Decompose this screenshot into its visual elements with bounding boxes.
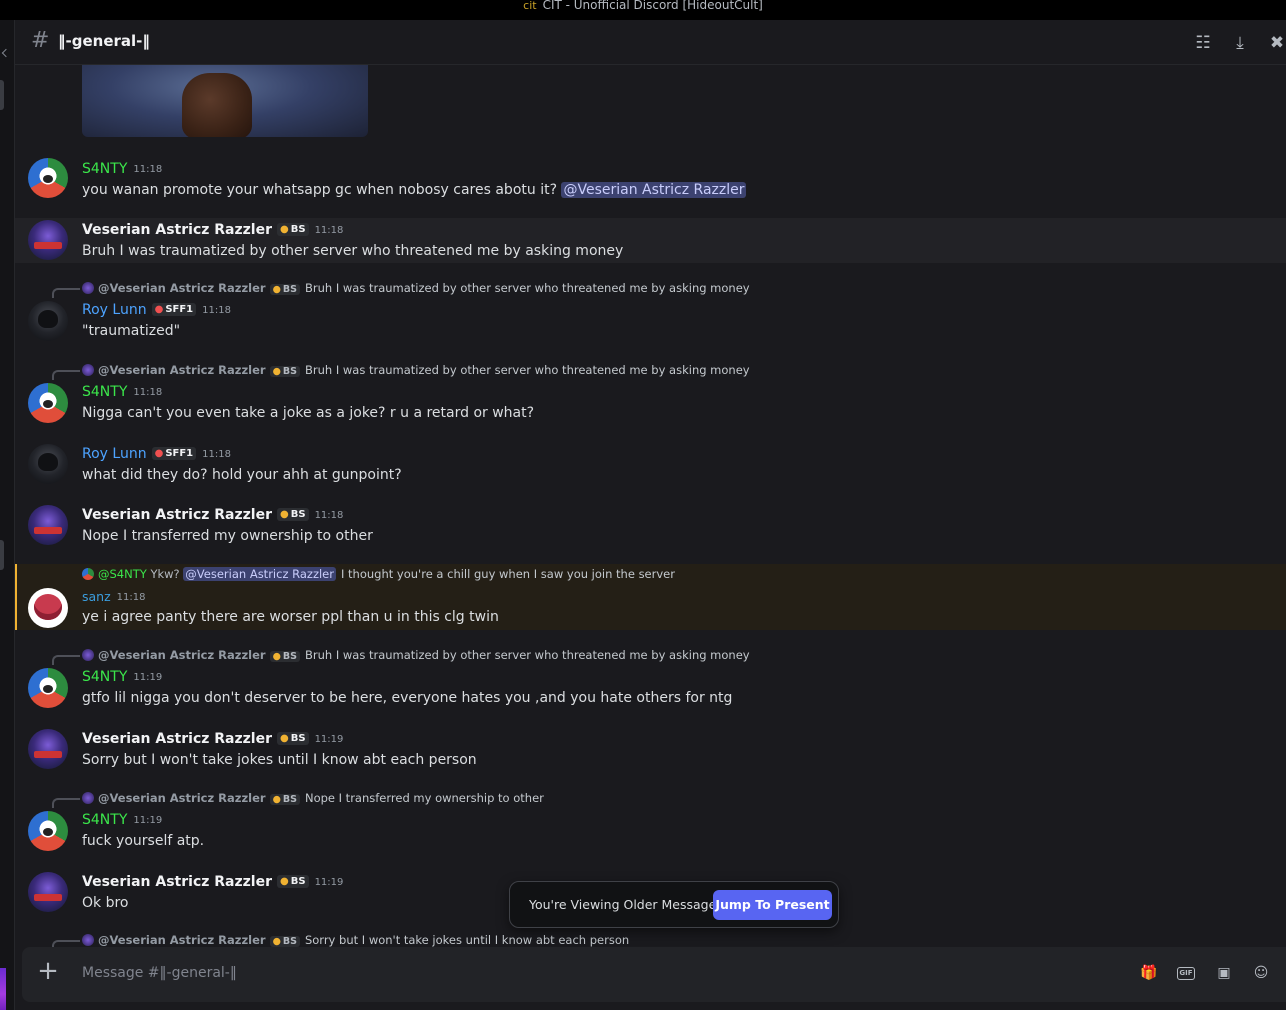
message-timestamp: 11:19: [314, 877, 344, 888]
message-text: Sorry but I won't take jokes until I kno…: [82, 752, 477, 768]
role-badge: ● BS: [277, 875, 309, 888]
message-list[interactable]: S4NTY 11:18 you wanan promote your whatsa…: [15, 65, 1286, 947]
reply-preview[interactable]: @Veserian Astricz Razzler ● BS Bruh I was t…: [52, 281, 750, 298]
avatar[interactable]: [28, 158, 68, 198]
message: @Veserian Astricz Razzler ● BS Bruh I was t…: [15, 359, 1286, 429]
message-timestamp: 11:18: [133, 387, 163, 398]
message-author[interactable]: Roy Lunn ● SFF1 11:18: [82, 446, 231, 462]
older-messages-bar: You're Viewing Older Messages Jump To Pr…: [509, 881, 839, 928]
jump-to-present-button[interactable]: Jump To Present: [713, 890, 832, 920]
message-author[interactable]: Roy Lunn ● SFF1 11:18: [82, 302, 231, 318]
avatar[interactable]: [28, 729, 68, 769]
server-icon[interactable]: [0, 968, 6, 1010]
avatar[interactable]: [28, 444, 68, 484]
message-timestamp: 11:18: [202, 305, 231, 316]
mute-icon[interactable]: ⤓: [1230, 33, 1250, 53]
message-author[interactable]: S4NTY 11:18: [82, 161, 162, 177]
message-text: fuck yourself atp.: [82, 833, 205, 849]
avatar[interactable]: [28, 811, 68, 851]
message: Veserian Astricz Razzler ● BS 11:18 Nope I …: [15, 502, 1286, 552]
reply-preview[interactable]: @S4NTY Ykw? @Veserian Astricz Razzler I t…: [82, 567, 675, 581]
gift-icon[interactable]: 🎁: [1139, 963, 1159, 983]
chevron-left-icon[interactable]: [1, 48, 11, 58]
message: Roy Lunn ● SFF1 11:18 what did they do? hol…: [15, 441, 1286, 491]
window-titlebar: cit CIT - Unofficial Discord [HideoutCult…: [0, 0, 1286, 20]
message-text: Bruh I was traumatized by other server w…: [82, 243, 624, 259]
avatar[interactable]: [28, 588, 68, 628]
message-input[interactable]: Message #‖-general-‖: [82, 965, 237, 981]
message-author[interactable]: Veserian Astricz Razzler ● BS 11:18: [82, 507, 343, 523]
message-author[interactable]: Veserian Astricz Razzler ● BS 11:19: [82, 731, 343, 747]
message-author[interactable]: Veserian Astricz Razzler ● BS 11:18: [82, 222, 343, 238]
plus-icon[interactable]: +: [36, 958, 60, 984]
reply-avatar: [82, 282, 94, 294]
message-timestamp: 11:19: [314, 734, 344, 745]
hashtag-icon: #: [31, 28, 50, 53]
message: Veserian Astricz Razzler ● BS 11:18 Bruh I …: [15, 218, 1286, 263]
gif-icon[interactable]: GIF: [1176, 963, 1196, 983]
message-text: Nigga can't you even take a joke as a jo…: [82, 405, 535, 421]
message-timestamp: 11:18: [314, 225, 344, 236]
avatar[interactable]: [28, 668, 68, 708]
message: Veserian Astricz Razzler ● BS 11:19 Sorry b…: [15, 726, 1286, 776]
sidebar-edge: [0, 20, 15, 1010]
message-timestamp: 11:19: [133, 815, 163, 826]
message-text: what did they do? hold your ahh at gunpo…: [82, 467, 402, 483]
channel-name: ‖-general-‖: [58, 32, 150, 50]
channel-header: # ‖-general-‖ ☷ ⤓ ✖: [15, 20, 1286, 65]
reply-preview[interactable]: @Veserian Astricz Razzler ● BS Sorry but I …: [52, 933, 629, 947]
window-title: CIT - Unofficial Discord [HideoutCult]: [542, 0, 763, 12]
user-mention[interactable]: @Veserian Astricz Razzler: [183, 567, 336, 581]
message-text: gtfo lil nigga you don't deserver to be …: [82, 690, 733, 706]
role-badge: ● BS: [277, 732, 309, 745]
avatar[interactable]: [28, 301, 68, 341]
message-author[interactable]: Veserian Astricz Razzler ● BS 11:19: [82, 874, 343, 890]
reply-preview[interactable]: @Veserian Astricz Razzler ● BS Bruh I was t…: [52, 363, 750, 380]
threads-icon[interactable]: ☷: [1193, 33, 1213, 53]
avatar[interactable]: [28, 872, 68, 912]
message-author[interactable]: S4NTY 11:19: [82, 812, 162, 828]
message-timestamp: 11:18: [133, 164, 163, 175]
message: @Veserian Astricz Razzler ● BS Bruh I was t…: [15, 277, 1286, 347]
message-author[interactable]: sanz 11:18: [82, 589, 145, 604]
server-pill: [0, 540, 4, 570]
message-text: Nope I transferred my ownership to other: [82, 528, 373, 544]
message-text: "traumatized": [82, 323, 181, 339]
message-author[interactable]: S4NTY 11:19: [82, 669, 162, 685]
message-timestamp: 11:18: [202, 449, 231, 460]
message-text: ye i agree panty there are worser ppl th…: [82, 609, 499, 625]
message-timestamp: 11:18: [116, 592, 146, 603]
message: @Veserian Astricz Razzler ● BS Sorry but I …: [15, 930, 1286, 947]
message: @Veserian Astricz Razzler ● BS Nope I trans…: [15, 787, 1286, 857]
message: @S4NTY Ykw? @Veserian Astricz Razzler I t…: [15, 564, 1286, 630]
message-author[interactable]: S4NTY 11:18: [82, 384, 162, 400]
role-badge: ● SFF1: [151, 303, 197, 316]
role-badge: ● BS: [277, 223, 309, 236]
reply-preview[interactable]: @Veserian Astricz Razzler ● BS Nope I trans…: [52, 791, 544, 808]
message: S4NTY 11:18 you wanan promote your whatsa…: [15, 151, 1286, 215]
avatar[interactable]: [28, 220, 68, 260]
emoji-icon[interactable]: ☺: [1251, 963, 1271, 983]
role-badge: ● SFF1: [151, 447, 197, 460]
sticker-icon[interactable]: ▣: [1214, 963, 1234, 983]
message-timestamp: 11:19: [133, 672, 163, 683]
avatar[interactable]: [28, 383, 68, 423]
server-pill: [0, 80, 4, 110]
role-badge: ● BS: [277, 508, 309, 521]
message-timestamp: 11:18: [314, 510, 344, 521]
pin-icon[interactable]: ✖: [1267, 33, 1286, 53]
older-messages-label: You're Viewing Older Messages: [529, 897, 723, 912]
avatar[interactable]: [28, 505, 68, 545]
image-attachment[interactable]: [82, 65, 368, 137]
message-text: Ok bro: [82, 895, 129, 911]
app-logo-icon: cit: [523, 0, 537, 12]
message-composer[interactable]: + Message #‖-general-‖ 🎁 GIF ▣ ☺: [22, 947, 1286, 1002]
reply-preview[interactable]: @Veserian Astricz Razzler ● BS Bruh I was t…: [52, 648, 750, 665]
user-mention[interactable]: @Veserian Astricz Razzler: [561, 182, 747, 198]
message: @Veserian Astricz Razzler ● BS Bruh I was t…: [15, 644, 1286, 714]
message-text: you wanan promote your whatsapp gc when …: [82, 182, 747, 198]
